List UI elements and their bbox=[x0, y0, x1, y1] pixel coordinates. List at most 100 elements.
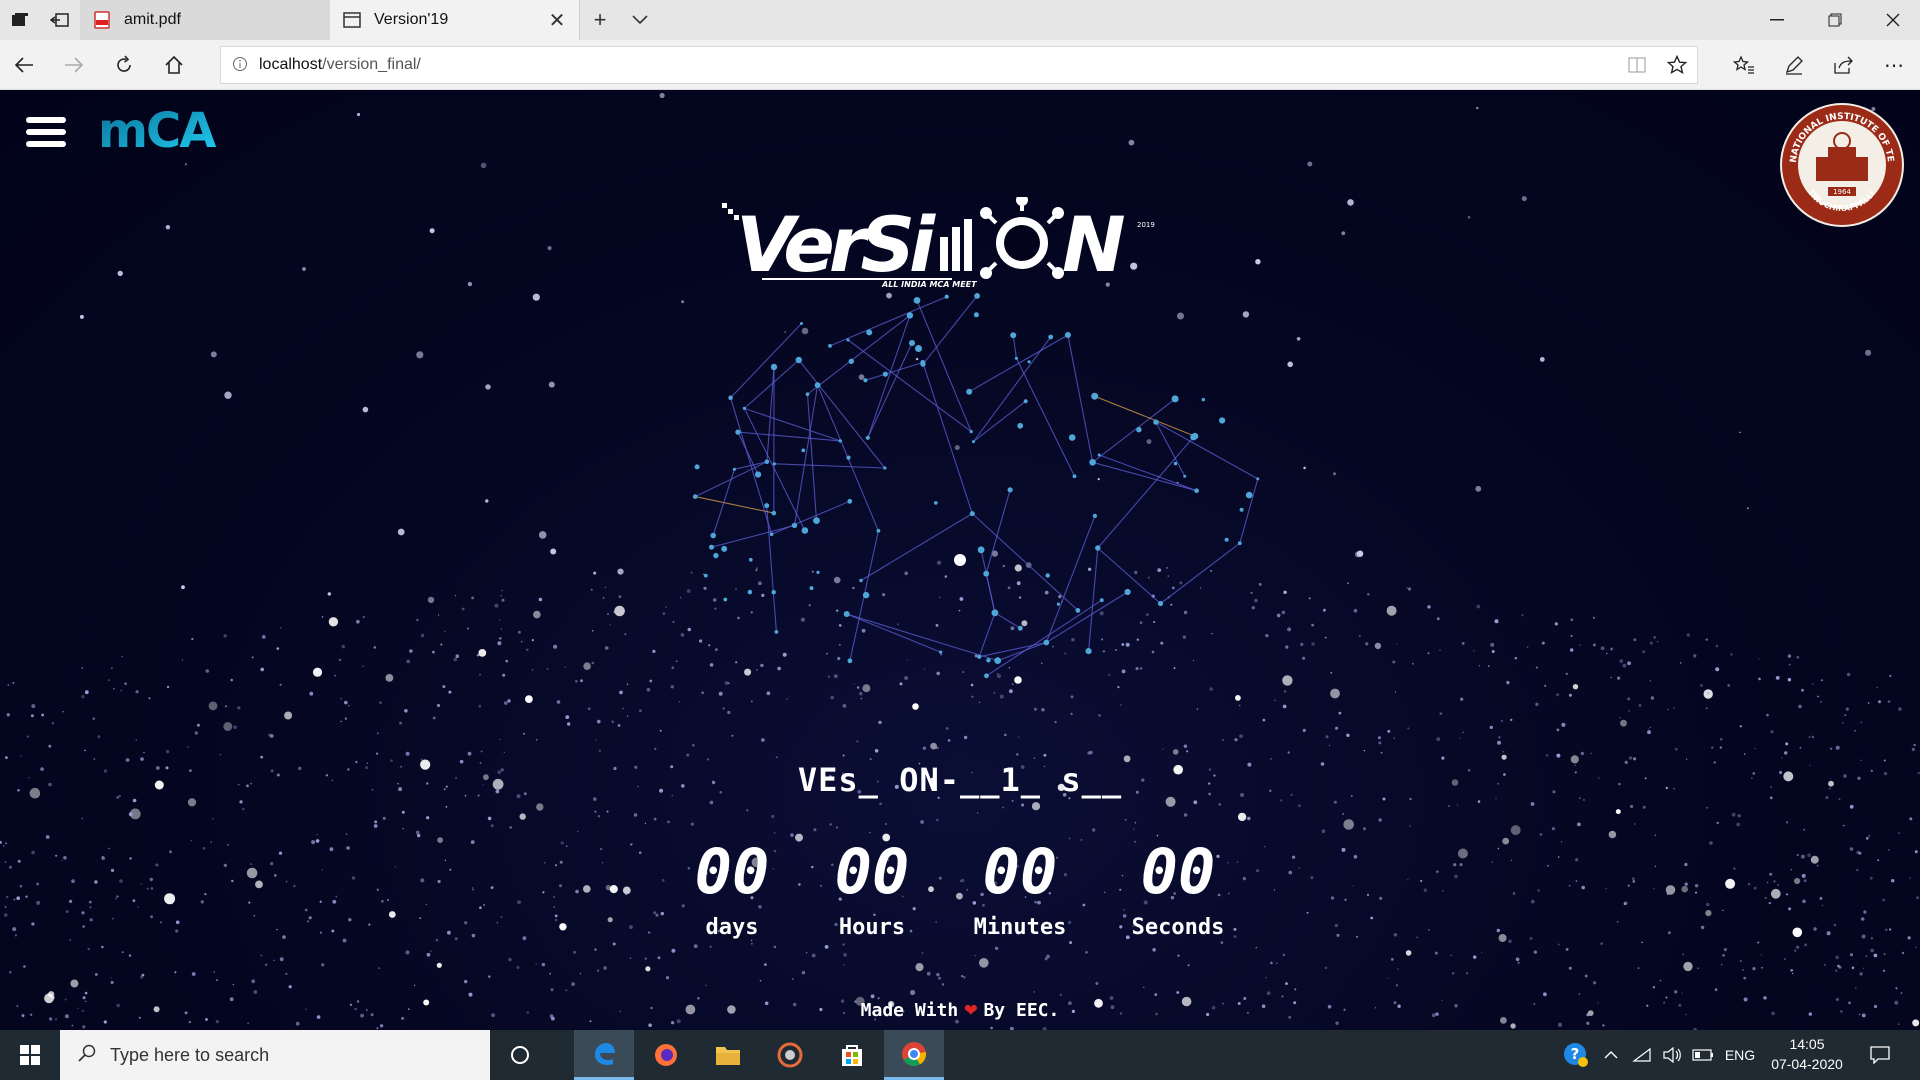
network-node bbox=[748, 557, 753, 562]
media-player-icon[interactable] bbox=[760, 1030, 820, 1080]
countdown-timer: 00 days 00 Hours 00 Minutes 00 Seconds bbox=[0, 835, 1920, 941]
network-node bbox=[1092, 513, 1097, 518]
svg-text:ALL INDIA MCA MEET: ALL INDIA MCA MEET bbox=[881, 280, 977, 289]
countdown-minutes: 00 Minutes bbox=[940, 837, 1100, 941]
store-icon[interactable] bbox=[822, 1030, 882, 1080]
network-edge bbox=[1015, 358, 1075, 477]
network-node bbox=[1014, 356, 1019, 360]
network-node bbox=[1045, 573, 1050, 578]
network-node bbox=[1124, 588, 1131, 596]
edge-browser-icon[interactable] bbox=[574, 1030, 634, 1080]
help-icon[interactable]: ? bbox=[1556, 1030, 1596, 1080]
more-options-icon[interactable]: ⋯ bbox=[1870, 40, 1918, 90]
star-favorite-icon[interactable] bbox=[1657, 46, 1697, 84]
cortana-icon[interactable] bbox=[490, 1030, 550, 1080]
set-aside-tabs-icon[interactable] bbox=[40, 0, 80, 40]
network-edge bbox=[922, 295, 978, 365]
countdown-label: days bbox=[705, 915, 759, 940]
network-node bbox=[828, 344, 832, 348]
clock-date: 07-04-2020 bbox=[1771, 1056, 1843, 1072]
favorites-list-icon[interactable] bbox=[1720, 40, 1768, 90]
restore-icon[interactable] bbox=[1806, 0, 1864, 40]
network-edge bbox=[1097, 547, 1161, 604]
network-edge bbox=[1067, 334, 1094, 463]
network-edge bbox=[744, 407, 841, 442]
minimize-icon[interactable] bbox=[1748, 0, 1806, 40]
network-node bbox=[1219, 417, 1226, 424]
mca-logo[interactable]: mCA bbox=[98, 103, 228, 166]
refresh-icon[interactable] bbox=[100, 40, 148, 90]
network-node bbox=[732, 467, 737, 471]
tab-label: amit.pdf bbox=[124, 11, 181, 28]
chrome-icon[interactable] bbox=[884, 1030, 944, 1080]
network-edge bbox=[730, 397, 773, 535]
close-tab-icon[interactable]: ✕ bbox=[547, 8, 567, 33]
forward-arrow-icon[interactable] bbox=[50, 40, 98, 90]
browser-tab-bar: amit.pdf Version'19 ✕ + bbox=[0, 0, 1920, 40]
glitch-title: VEs_ ON-__1_ s__ bbox=[797, 761, 1123, 799]
network-node bbox=[813, 517, 820, 524]
network-node bbox=[909, 340, 915, 346]
search-icon bbox=[78, 1042, 96, 1068]
tab-amit-pdf[interactable]: amit.pdf bbox=[80, 0, 330, 40]
network-node bbox=[1072, 474, 1077, 479]
info-icon[interactable] bbox=[221, 56, 259, 75]
network-node bbox=[764, 503, 770, 509]
pen-notes-icon[interactable] bbox=[1770, 40, 1818, 90]
system-clock[interactable]: 14:05 07-04-2020 bbox=[1762, 1034, 1852, 1074]
chevron-down-icon[interactable] bbox=[620, 0, 660, 40]
network-edge bbox=[846, 613, 998, 662]
tab-version19[interactable]: Version'19 ✕ bbox=[330, 0, 580, 40]
close-window-icon[interactable] bbox=[1864, 0, 1920, 40]
network-node bbox=[1191, 432, 1199, 440]
firefox-icon[interactable] bbox=[636, 1030, 696, 1080]
network-node bbox=[1201, 397, 1206, 402]
network-edge bbox=[806, 394, 818, 521]
network-edge bbox=[980, 549, 996, 613]
network-node bbox=[1194, 488, 1199, 494]
network-edge bbox=[1099, 454, 1197, 492]
network-edge bbox=[793, 385, 819, 526]
network-node bbox=[882, 371, 888, 377]
back-arrow-icon[interactable] bbox=[0, 40, 48, 90]
hamburger-menu-icon[interactable] bbox=[26, 117, 66, 151]
new-tab-icon[interactable]: + bbox=[580, 0, 620, 40]
nit-trichy-logo[interactable]: NATIONAL INSTITUTE OF TECHNOLOGY TIRUCHI… bbox=[1774, 94, 1906, 229]
network-hub bbox=[954, 554, 966, 566]
network-node bbox=[809, 586, 814, 591]
countdown-days: 00 days bbox=[652, 835, 812, 941]
countdown-value: 00 bbox=[694, 835, 770, 908]
notifications-icon[interactable] bbox=[1860, 1030, 1900, 1080]
wifi-icon[interactable] bbox=[1628, 1030, 1656, 1080]
network-edge bbox=[1092, 461, 1197, 492]
url-text[interactable]: localhost/version_final/ bbox=[259, 56, 1617, 74]
reading-view-icon[interactable] bbox=[1617, 46, 1657, 84]
battery-icon[interactable] bbox=[1688, 1030, 1718, 1080]
footer-credit: Made With ❤ By EEC. bbox=[0, 997, 1920, 1022]
network-edge bbox=[711, 524, 795, 548]
chevron-up-icon[interactable] bbox=[1598, 1030, 1624, 1080]
network-edge bbox=[1094, 395, 1196, 437]
home-icon[interactable] bbox=[150, 40, 198, 90]
page-viewport: mCA NATIONAL INSTITUTE OF TECHNOLOGY TIR… bbox=[0, 91, 1920, 1030]
network-edge bbox=[695, 496, 774, 514]
volume-icon[interactable] bbox=[1658, 1030, 1686, 1080]
network-node bbox=[913, 297, 921, 304]
network-node bbox=[1091, 392, 1099, 400]
file-explorer-icon[interactable] bbox=[698, 1030, 758, 1080]
network-node bbox=[1048, 334, 1054, 340]
windows-start-icon[interactable] bbox=[0, 1030, 60, 1080]
tab-actions-icon[interactable] bbox=[0, 0, 40, 40]
language-indicator[interactable]: ENG bbox=[1720, 1030, 1760, 1080]
network-node bbox=[969, 511, 975, 517]
network-node bbox=[774, 630, 779, 634]
network-node bbox=[814, 382, 821, 388]
network-node bbox=[1245, 491, 1253, 499]
network-node bbox=[709, 544, 714, 550]
share-icon[interactable] bbox=[1820, 40, 1868, 90]
network-node bbox=[1095, 545, 1101, 551]
url-bar[interactable]: localhost/version_final/ bbox=[220, 46, 1698, 84]
taskbar-search-box[interactable]: Type here to search bbox=[60, 1030, 490, 1080]
svg-text:1964: 1964 bbox=[1833, 188, 1851, 196]
network-node bbox=[847, 498, 853, 504]
